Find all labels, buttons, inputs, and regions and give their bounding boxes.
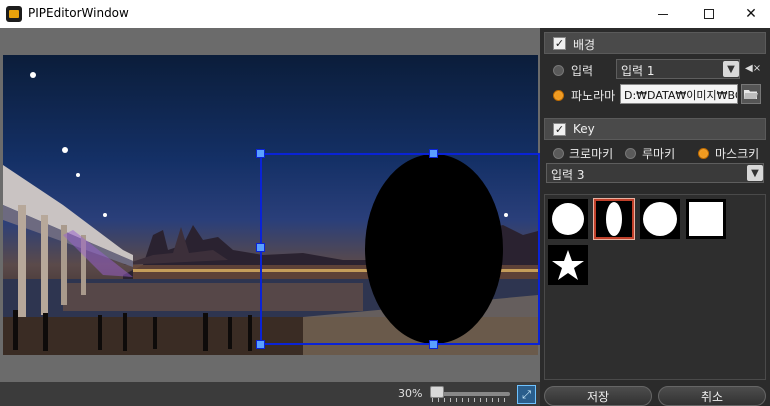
mask-key-radio[interactable] xyxy=(698,148,709,159)
expand-icon: ⤢ xyxy=(522,387,531,401)
maximize-icon xyxy=(704,9,714,19)
chevron-down-icon[interactable]: ▼ xyxy=(747,165,763,181)
title-bar: PIPEditorWindow ✕ xyxy=(0,0,770,28)
key-checkbox[interactable]: ✓ xyxy=(553,123,566,136)
resize-handle-top-left[interactable] xyxy=(256,149,265,158)
background-section-title: 배경 xyxy=(573,38,596,52)
star-icon xyxy=(552,250,584,280)
key-section-header[interactable]: ✓ Key xyxy=(544,118,766,140)
background-input-combo[interactable]: 입력 1 xyxy=(616,59,740,79)
zoom-slider-ticks xyxy=(432,398,510,402)
luma-key-label: 루마키 xyxy=(642,147,676,161)
background-panorama-label: 파노라마 xyxy=(571,89,616,103)
chevron-down-icon[interactable]: ▼ xyxy=(723,61,739,77)
background-input-label: 입력 xyxy=(571,64,594,78)
background-section-header[interactable]: ✓ 배경 xyxy=(544,32,766,54)
panorama-path-field[interactable]: D:₩DATA₩이미지₩BG. xyxy=(620,84,738,104)
save-button[interactable]: 저장 xyxy=(544,386,652,406)
folder-open-icon xyxy=(744,89,758,99)
minimize-button[interactable] xyxy=(640,0,686,28)
key-input-combo[interactable]: 입력 3 xyxy=(546,163,764,183)
mask-shape-square[interactable] xyxy=(686,199,726,239)
chroma-key-radio[interactable] xyxy=(553,148,564,159)
mask-shape-palette xyxy=(544,194,766,380)
browse-folder-button[interactable] xyxy=(741,84,761,104)
resize-handle-bottom-left[interactable] xyxy=(256,340,265,349)
close-button[interactable]: ✕ xyxy=(728,0,770,28)
close-icon: ✕ xyxy=(745,6,757,22)
window-title: PIPEditorWindow xyxy=(28,6,129,20)
mask-shape-circle[interactable] xyxy=(548,199,588,239)
preview-toolbar: 30% ⤢ xyxy=(0,382,540,406)
minimize-icon xyxy=(658,13,668,15)
pip-selection-box[interactable] xyxy=(260,153,540,345)
resize-handle-top[interactable] xyxy=(429,149,438,158)
circle-icon xyxy=(643,202,677,236)
zoom-slider-thumb[interactable] xyxy=(430,386,444,398)
mask-shape-ellipse[interactable] xyxy=(594,199,634,239)
fit-to-window-button[interactable]: ⤢ xyxy=(517,385,536,404)
cancel-button[interactable]: 취소 xyxy=(658,386,766,406)
preview-canvas[interactable] xyxy=(0,28,540,382)
resize-handle-bottom[interactable] xyxy=(429,340,438,349)
background-panorama-radio[interactable] xyxy=(553,90,564,101)
resize-handle-left[interactable] xyxy=(256,243,265,252)
app-icon xyxy=(6,6,22,22)
mute-icon[interactable]: ◀× xyxy=(745,63,761,74)
circle-icon xyxy=(552,203,584,235)
maximize-button[interactable] xyxy=(686,0,732,28)
background-checkbox[interactable]: ✓ xyxy=(553,37,566,50)
chroma-key-label: 크로마키 xyxy=(569,147,614,161)
background-input-radio[interactable] xyxy=(553,65,564,76)
key-section-title: Key xyxy=(573,122,595,136)
ellipse-icon xyxy=(606,202,622,236)
settings-panel: ✓ 배경 입력 입력 1 ▼ ◀× 파노라마 D:₩DATA₩이미지₩BG. ✓… xyxy=(540,28,770,406)
luma-key-radio[interactable] xyxy=(625,148,636,159)
square-icon xyxy=(689,202,723,236)
mask-shape-star[interactable] xyxy=(548,245,588,285)
zoom-level-label: 30% xyxy=(398,387,423,400)
mask-shape-circle-large[interactable] xyxy=(640,199,680,239)
mask-key-label: 마스크키 xyxy=(715,147,760,161)
